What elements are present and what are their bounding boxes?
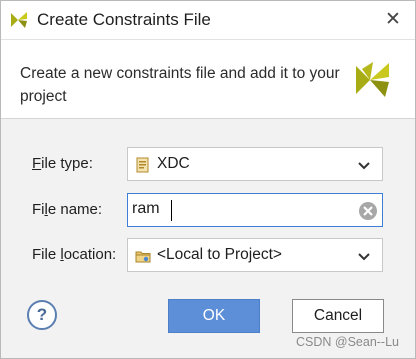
title-bar: Create Constraints File ✕ (1, 1, 415, 40)
file-name-label: File name: (32, 201, 102, 218)
cancel-button[interactable]: Cancel (292, 299, 384, 333)
file-name-label-rest: e name: (47, 201, 103, 218)
file-location-value: <Local to Project> (157, 246, 282, 263)
file-type-mnemonic: F (32, 155, 42, 172)
file-location-label-rest: ocation: (63, 246, 117, 263)
clear-icon[interactable] (358, 201, 378, 221)
dialog-header: Create a new constraints file and add it… (1, 40, 415, 119)
dialog-description: Create a new constraints file and add it… (20, 65, 340, 105)
close-button[interactable]: ✕ (381, 9, 405, 31)
vivado-logo-icon (356, 62, 389, 97)
create-constraints-dialog: Create Constraints File ✕ Create a new c… (0, 0, 416, 359)
file-type-value: XDC (157, 155, 190, 172)
xdc-file-icon (136, 157, 149, 173)
file-type-select[interactable]: XDC (127, 147, 383, 181)
ok-button[interactable]: OK (168, 299, 260, 333)
file-location-label: File location: (32, 246, 116, 263)
chevron-down-icon[interactable] (356, 248, 372, 264)
file-name-input[interactable]: ram (127, 193, 383, 227)
text-caret (171, 200, 172, 221)
file-type-label-rest: ile type: (41, 155, 93, 172)
vivado-logo-icon (11, 12, 27, 28)
watermark: CSDN @Sean--Lu (296, 335, 400, 349)
window-title: Create Constraints File (37, 10, 211, 29)
file-type-label: File type: (32, 155, 93, 172)
help-button[interactable]: ? (27, 300, 57, 330)
file-name-value[interactable]: ram (132, 200, 160, 218)
folder-icon (135, 251, 151, 263)
help-icon[interactable]: ? (37, 305, 47, 324)
file-location-select[interactable]: <Local to Project> (127, 238, 383, 272)
file-name-label-pre: Fi (32, 201, 45, 218)
chevron-down-icon[interactable] (356, 157, 372, 173)
file-location-label-pre: File (32, 246, 61, 263)
close-icon[interactable]: ✕ (385, 9, 401, 30)
